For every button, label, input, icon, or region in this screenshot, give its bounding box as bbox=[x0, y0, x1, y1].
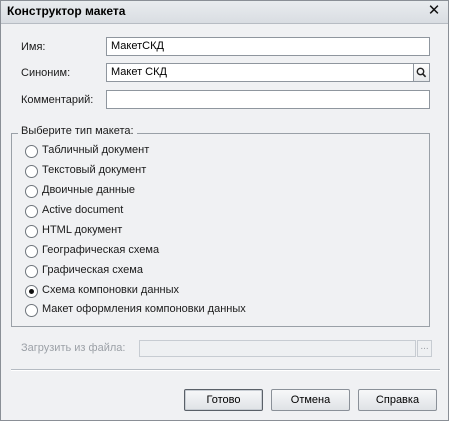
radio-label: Active document bbox=[42, 204, 124, 216]
synonym-input[interactable]: Макет СКД bbox=[106, 63, 414, 82]
comment-label: Комментарий: bbox=[21, 94, 94, 106]
help-button[interactable]: Справка bbox=[358, 389, 437, 411]
layout-constructor-dialog: Конструктор макета ✕ Имя: МакетСКД Синон… bbox=[0, 0, 449, 421]
name-label: Имя: bbox=[21, 41, 46, 53]
radio-label: Макет оформления компоновки данных bbox=[42, 303, 246, 315]
radio-button[interactable] bbox=[25, 285, 38, 298]
ok-button[interactable]: Готово bbox=[184, 389, 263, 411]
radio-button[interactable] bbox=[25, 304, 38, 317]
radio-button[interactable] bbox=[25, 245, 38, 258]
radio-label: Табличный документ bbox=[42, 144, 150, 156]
load-from-file-label: Загрузить из файла: bbox=[21, 342, 126, 354]
browse-button[interactable]: ... bbox=[417, 340, 432, 357]
dialog-title: Конструктор макета bbox=[7, 4, 126, 18]
radio-button[interactable] bbox=[25, 165, 38, 178]
radio-label: Географическая схема bbox=[42, 244, 160, 256]
radio-label: Схема компоновки данных bbox=[42, 284, 180, 296]
title-bar: Конструктор макета ✕ bbox=[1, 1, 448, 24]
comment-input[interactable] bbox=[106, 90, 430, 109]
cancel-button[interactable]: Отмена bbox=[271, 389, 350, 411]
radio-label: Графическая схема bbox=[42, 264, 143, 276]
layout-type-legend: Выберите тип макета: bbox=[18, 125, 137, 137]
close-icon[interactable]: ✕ bbox=[426, 3, 442, 19]
name-input[interactable]: МакетСКД bbox=[106, 37, 430, 56]
radio-button[interactable] bbox=[25, 205, 38, 218]
radio-label: Текстовый документ bbox=[42, 164, 147, 176]
magnifier-icon bbox=[416, 67, 427, 78]
radio-button[interactable] bbox=[25, 185, 38, 198]
radio-label: Двоичные данные bbox=[42, 184, 136, 196]
radio-button[interactable] bbox=[25, 265, 38, 278]
synonym-label: Синоним: bbox=[21, 67, 71, 79]
radio-button[interactable] bbox=[25, 225, 38, 238]
synonym-edit-button[interactable] bbox=[413, 63, 430, 82]
radio-button[interactable] bbox=[25, 145, 38, 158]
radio-label: HTML документ bbox=[42, 224, 123, 236]
load-from-file-input[interactable] bbox=[139, 340, 416, 357]
